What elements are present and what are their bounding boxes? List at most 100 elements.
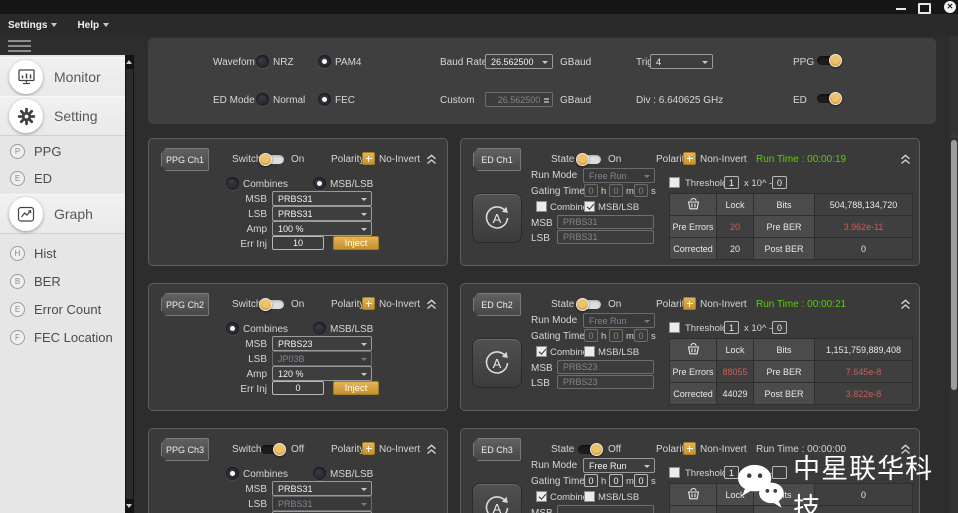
lsb-input[interactable]: PRBS23 [557,375,654,389]
scroll-down-icon[interactable] [126,504,132,508]
gating-seconds-input[interactable]: 0 [634,184,648,197]
ppg-ch3-switch-toggle[interactable] [259,443,286,456]
threshold-mantissa-input[interactable]: 1 [724,321,739,334]
sidebar-item-setting[interactable]: Setting [0,96,125,136]
msblsb-radio[interactable] [313,177,326,190]
clear-results-button[interactable] [670,339,716,360]
sidebar-item-ed[interactable]: E ED [0,165,125,191]
threshold-exponent-input[interactable]: 0 [772,321,787,334]
threshold-checkbox[interactable] [669,322,680,333]
sidebar-item-ber[interactable]: B BER [0,268,125,294]
ed-master-toggle[interactable] [815,92,842,105]
err-inj-input[interactable]: 0 [272,381,324,395]
threshold-mantissa-input[interactable]: 1 [724,176,739,189]
msblsb-radio[interactable] [313,467,326,480]
combines-radio[interactable] [226,467,239,480]
msb-select[interactable]: PRBS23 [272,336,372,351]
auto-sync-button[interactable]: A [472,338,522,388]
sidebar-item-monitor[interactable]: Monitor [0,57,125,97]
polarity-plus-icon[interactable] [683,152,696,165]
gating-seconds-input[interactable]: 0 [634,474,648,487]
run-mode-select[interactable]: Free Run [583,458,655,473]
custom-baud-input[interactable]: 26.562500 [485,92,553,107]
threshold-exponent-input[interactable]: 0 [772,176,787,189]
pam4-radio[interactable] [318,55,331,68]
main-scrollbar[interactable] [950,36,958,513]
collapse-chevron-icon[interactable] [425,442,438,460]
gating-minutes-input[interactable]: 0 [609,474,623,487]
collapse-chevron-icon[interactable] [425,297,438,315]
run-mode-select[interactable]: Free Run [583,313,655,328]
hamburger-menu-icon[interactable] [8,40,31,52]
scroll-up-icon[interactable] [951,133,957,137]
minimize-icon[interactable] [896,8,906,10]
auto-sync-button[interactable]: A [472,483,522,513]
msb-input[interactable]: PRBS23 [557,360,654,374]
msblsb-checkbox[interactable] [584,346,595,357]
ppg-ch2-switch-toggle[interactable] [259,298,286,311]
collapse-chevron-icon[interactable] [899,152,912,170]
fec-radio[interactable] [318,93,331,106]
msb-select[interactable]: PRBS31 [272,191,372,206]
msblsb-checkbox[interactable] [584,201,595,212]
clear-results-button[interactable] [670,484,716,505]
gating-hours-input[interactable]: 0 [584,474,598,487]
lsb-select[interactable]: PRBS31 [272,496,372,511]
lsb-input[interactable]: PRBS31 [557,230,654,244]
msblsb-checkbox[interactable] [584,491,595,502]
sidebar-item-ppg[interactable]: P PPG [0,138,125,164]
combines-checkbox[interactable] [536,201,547,212]
sidebar-item-error-count[interactable]: E Error Count [0,296,125,322]
scroll-up-icon[interactable] [126,60,132,64]
lsb-select[interactable]: JP03B [272,351,372,366]
ppg-ch1-switch-toggle[interactable] [259,153,286,166]
msblsb-radio[interactable] [313,322,326,335]
close-icon[interactable]: ✕ [944,1,956,13]
polarity-plus-icon[interactable] [362,297,375,310]
err-inj-input[interactable]: 10 [272,236,324,250]
main-scrollbar-thumb[interactable] [951,140,957,390]
menu-help[interactable]: Help [77,20,109,31]
polarity-plus-icon[interactable] [683,297,696,310]
inject-button[interactable]: Inject [333,236,379,250]
trig-select[interactable]: 4 [650,54,713,69]
polarity-plus-icon[interactable] [683,442,696,455]
menu-settings[interactable]: Settings [8,20,57,31]
gating-hours-input[interactable]: 0 [584,329,598,342]
threshold-exponent-input[interactable] [772,466,787,479]
inject-button[interactable]: Inject [333,381,379,395]
combines-checkbox[interactable] [536,491,547,502]
msb-input[interactable] [557,505,654,513]
collapse-chevron-icon[interactable] [899,442,912,460]
ppg-master-toggle[interactable] [815,54,842,67]
polarity-plus-icon[interactable] [362,152,375,165]
sidebar-item-fec-location[interactable]: F FEC Location [0,324,125,350]
amp-select[interactable]: 100 % [272,221,372,236]
lsb-select[interactable]: PRBS31 [272,206,372,221]
auto-sync-button[interactable]: A [472,193,522,243]
ed-ch2-state-toggle[interactable] [576,298,603,311]
collapse-chevron-icon[interactable] [425,152,438,170]
clear-results-button[interactable] [670,194,716,215]
ed-ch1-state-toggle[interactable] [576,153,603,166]
gating-minutes-input[interactable]: 0 [609,329,623,342]
combines-radio[interactable] [226,322,239,335]
gating-minutes-input[interactable]: 0 [609,184,623,197]
sidebar-item-graph[interactable]: Graph [0,194,125,234]
msb-select[interactable]: PRBS31 [272,481,372,496]
combines-radio[interactable] [226,177,239,190]
normal-radio[interactable] [256,93,269,106]
amp-select[interactable]: 120 % [272,366,372,381]
threshold-checkbox[interactable] [669,177,680,188]
collapse-chevron-icon[interactable] [899,297,912,315]
threshold-mantissa-input[interactable]: 1 [724,466,739,479]
maximize-icon[interactable] [918,3,931,14]
sidebar-item-hist[interactable]: H Hist [0,240,125,266]
nrz-radio[interactable] [256,55,269,68]
msb-input[interactable]: PRBS31 [557,215,654,229]
ed-ch3-state-toggle[interactable] [576,443,603,456]
run-mode-select[interactable]: Free Run [583,168,655,183]
baud-rate-select[interactable]: 26.562500 [485,54,553,69]
gating-seconds-input[interactable]: 0 [634,329,648,342]
threshold-checkbox[interactable] [669,467,680,478]
